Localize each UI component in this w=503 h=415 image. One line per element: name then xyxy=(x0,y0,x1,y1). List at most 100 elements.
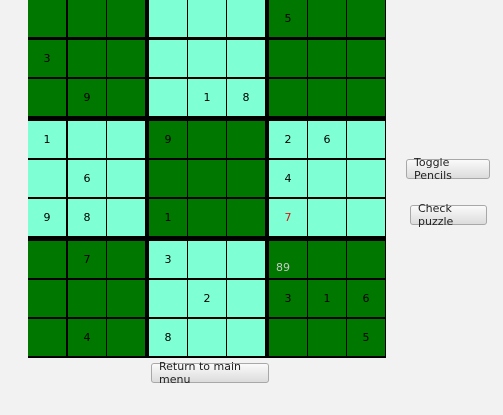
sudoku-cell[interactable]: 89 xyxy=(269,241,307,278)
sudoku-cell[interactable] xyxy=(149,0,187,37)
sudoku-cell[interactable] xyxy=(188,0,226,37)
sudoku-cell[interactable]: 5 xyxy=(347,319,385,356)
sudoku-cell[interactable] xyxy=(188,319,226,356)
sudoku-cell[interactable] xyxy=(107,160,145,197)
cell-digit: 9 xyxy=(83,91,91,104)
sudoku-cell[interactable] xyxy=(227,280,265,317)
pencil-marks: 89 xyxy=(276,261,290,274)
sudoku-cell[interactable] xyxy=(308,0,346,37)
sudoku-cell[interactable] xyxy=(227,319,265,356)
sudoku-cell[interactable] xyxy=(149,79,187,116)
cell-digit: 6 xyxy=(83,172,91,185)
sudoku-cell[interactable] xyxy=(149,40,187,77)
sudoku-cell[interactable]: 4 xyxy=(68,319,106,356)
sudoku-cell[interactable] xyxy=(107,319,145,356)
cell-digit: 8 xyxy=(83,211,91,224)
sudoku-cell[interactable] xyxy=(308,79,346,116)
sudoku-cell[interactable] xyxy=(68,0,106,37)
sudoku-cell[interactable] xyxy=(227,241,265,278)
sudoku-cell[interactable] xyxy=(308,241,346,278)
sudoku-cell[interactable] xyxy=(347,79,385,116)
sudoku-cell[interactable] xyxy=(28,160,66,197)
sudoku-cell[interactable]: 8 xyxy=(68,199,106,236)
sudoku-cell[interactable] xyxy=(28,319,66,356)
sudoku-cell[interactable]: 3 xyxy=(149,241,187,278)
sudoku-cell[interactable]: 7 xyxy=(68,241,106,278)
sudoku-cell[interactable]: 5 xyxy=(269,0,307,37)
sudoku-cell[interactable] xyxy=(28,79,66,116)
sudoku-cell[interactable]: 4 xyxy=(269,160,307,197)
sudoku-cell[interactable]: 1 xyxy=(149,199,187,236)
sudoku-cell[interactable] xyxy=(107,40,145,77)
sudoku-cell[interactable] xyxy=(347,121,385,158)
sudoku-cell[interactable] xyxy=(107,199,145,236)
cell-digit-error: 7 xyxy=(284,211,292,224)
sudoku-cell[interactable]: 1 xyxy=(308,280,346,317)
sudoku-cell[interactable] xyxy=(68,121,106,158)
sudoku-cell[interactable] xyxy=(188,241,226,278)
sudoku-cell[interactable] xyxy=(107,0,145,37)
cell-digit: 1 xyxy=(43,133,51,146)
cell-digit: 3 xyxy=(284,292,292,305)
sudoku-cell[interactable]: 8 xyxy=(149,319,187,356)
sudoku-cell[interactable] xyxy=(347,40,385,77)
sudoku-cell[interactable] xyxy=(28,241,66,278)
sudoku-cell[interactable]: 9 xyxy=(68,79,106,116)
sudoku-cell[interactable] xyxy=(227,160,265,197)
check-puzzle-button[interactable]: Check puzzle xyxy=(410,202,487,228)
sudoku-cell[interactable] xyxy=(269,319,307,356)
sudoku-cell[interactable] xyxy=(107,241,145,278)
sudoku-cell[interactable]: 9 xyxy=(28,199,66,236)
cell-digit: 5 xyxy=(284,12,292,25)
sudoku-cell[interactable] xyxy=(227,0,265,37)
sudoku-cell[interactable]: 1 xyxy=(188,79,226,116)
sudoku-cell[interactable] xyxy=(107,121,145,158)
return-to-main-menu-button[interactable]: Return to main menu xyxy=(151,360,269,386)
sudoku-cell[interactable] xyxy=(68,280,106,317)
sudoku-cell[interactable]: 7 xyxy=(269,199,307,236)
sudoku-cell[interactable]: 3 xyxy=(269,280,307,317)
sudoku-cell[interactable] xyxy=(188,160,226,197)
sudoku-cell[interactable] xyxy=(68,40,106,77)
cell-digit: 4 xyxy=(284,172,292,185)
sudoku-cell[interactable] xyxy=(269,40,307,77)
cell-digit: 3 xyxy=(43,52,51,65)
sudoku-cell[interactable]: 3 xyxy=(28,40,66,77)
sudoku-cell[interactable] xyxy=(269,79,307,116)
sudoku-cell[interactable] xyxy=(227,121,265,158)
sudoku-cell[interactable] xyxy=(308,319,346,356)
sudoku-cell[interactable]: 6 xyxy=(68,160,106,197)
cell-digit: 2 xyxy=(203,292,211,305)
sudoku-cell[interactable]: 2 xyxy=(269,121,307,158)
sudoku-cell[interactable] xyxy=(308,199,346,236)
sudoku-cell[interactable]: 2 xyxy=(188,280,226,317)
sudoku-cell[interactable] xyxy=(188,199,226,236)
cell-digit: 7 xyxy=(83,253,91,266)
sudoku-cell[interactable] xyxy=(347,160,385,197)
sudoku-cell[interactable]: 6 xyxy=(347,280,385,317)
toggle-pencils-button[interactable]: Toggle Pencils xyxy=(406,156,490,182)
cell-digit: 6 xyxy=(362,292,370,305)
sudoku-cell[interactable] xyxy=(308,40,346,77)
sudoku-cell[interactable] xyxy=(149,160,187,197)
cell-digit: 6 xyxy=(323,133,331,146)
sudoku-cell[interactable] xyxy=(107,280,145,317)
sudoku-cell[interactable] xyxy=(227,199,265,236)
sudoku-cell[interactable] xyxy=(28,280,66,317)
sudoku-cell[interactable] xyxy=(347,241,385,278)
sudoku-cell[interactable] xyxy=(347,0,385,37)
sudoku-cell[interactable]: 1 xyxy=(28,121,66,158)
sudoku-cell[interactable] xyxy=(107,79,145,116)
sudoku-cell[interactable] xyxy=(227,40,265,77)
sudoku-cell[interactable]: 9 xyxy=(149,121,187,158)
cell-digit: 5 xyxy=(362,331,370,344)
sudoku-cell[interactable] xyxy=(28,0,66,37)
sudoku-cell[interactable] xyxy=(347,199,385,236)
sudoku-cell[interactable] xyxy=(149,280,187,317)
sudoku-cell[interactable] xyxy=(188,121,226,158)
sudoku-cell[interactable] xyxy=(308,160,346,197)
cell-digit: 8 xyxy=(242,91,250,104)
sudoku-cell[interactable] xyxy=(188,40,226,77)
sudoku-cell[interactable]: 6 xyxy=(308,121,346,158)
sudoku-cell[interactable]: 8 xyxy=(227,79,265,116)
